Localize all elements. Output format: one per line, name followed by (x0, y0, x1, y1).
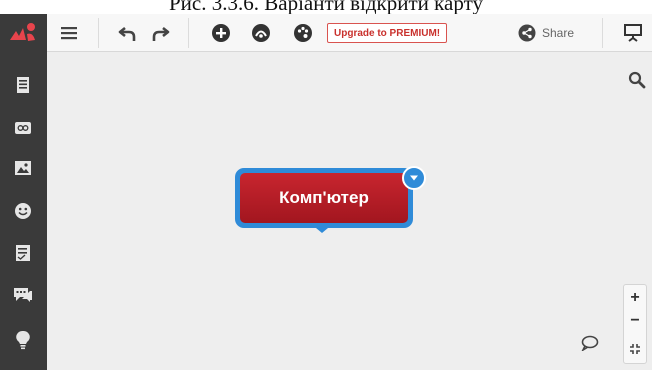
zoom-out-button[interactable]: − (624, 309, 646, 333)
notes-icon[interactable] (10, 72, 36, 98)
left-sidebar (0, 14, 47, 370)
upgrade-premium-button[interactable]: Upgrade to PREMIUM! (327, 23, 448, 43)
search-icon[interactable] (627, 70, 647, 90)
fit-to-screen-icon[interactable] (624, 337, 646, 361)
central-topic-label: Комп'ютер (240, 173, 408, 223)
add-topic-icon[interactable] (208, 14, 234, 52)
image-icon[interactable] (10, 155, 36, 181)
central-topic-node[interactable]: Комп'ютер (235, 168, 413, 228)
palette-icon[interactable] (290, 14, 316, 52)
hamburger-menu-icon[interactable] (55, 14, 83, 52)
redo-icon[interactable] (147, 14, 173, 52)
caption-text: Рис. 3.3.6. Варіанти відкрити карту (169, 0, 483, 14)
share-label: Share (542, 26, 575, 40)
presentation-icon[interactable] (620, 14, 646, 52)
node-connector-notch (316, 228, 328, 233)
chevron-down-icon[interactable] (402, 166, 426, 190)
idea-icon[interactable] (10, 327, 36, 353)
map-style-icon[interactable] (248, 14, 274, 52)
top-toolbar: Upgrade to PREMIUM! Share (47, 14, 652, 52)
share-button[interactable]: Share (518, 14, 588, 52)
smiley-icon[interactable] (10, 198, 36, 224)
undo-icon[interactable] (115, 14, 141, 52)
comment-icon[interactable] (580, 333, 600, 353)
zoom-in-button[interactable]: + (624, 286, 646, 310)
figure-caption: Рис. 3.3.6. Варіанти відкрити карту (0, 0, 652, 14)
link-icon[interactable] (10, 115, 36, 141)
toolbar-divider (188, 18, 189, 48)
toolbar-divider (98, 18, 99, 48)
share-icon (518, 24, 536, 42)
zoom-controls: + − (623, 284, 647, 364)
logo-icon[interactable] (0, 14, 47, 52)
toolbar-divider (602, 18, 603, 48)
mind-map-app: Upgrade to PREMIUM! Share Комп'ютер + − (0, 14, 652, 370)
task-icon[interactable] (10, 240, 36, 266)
comments-icon[interactable] (10, 282, 36, 308)
